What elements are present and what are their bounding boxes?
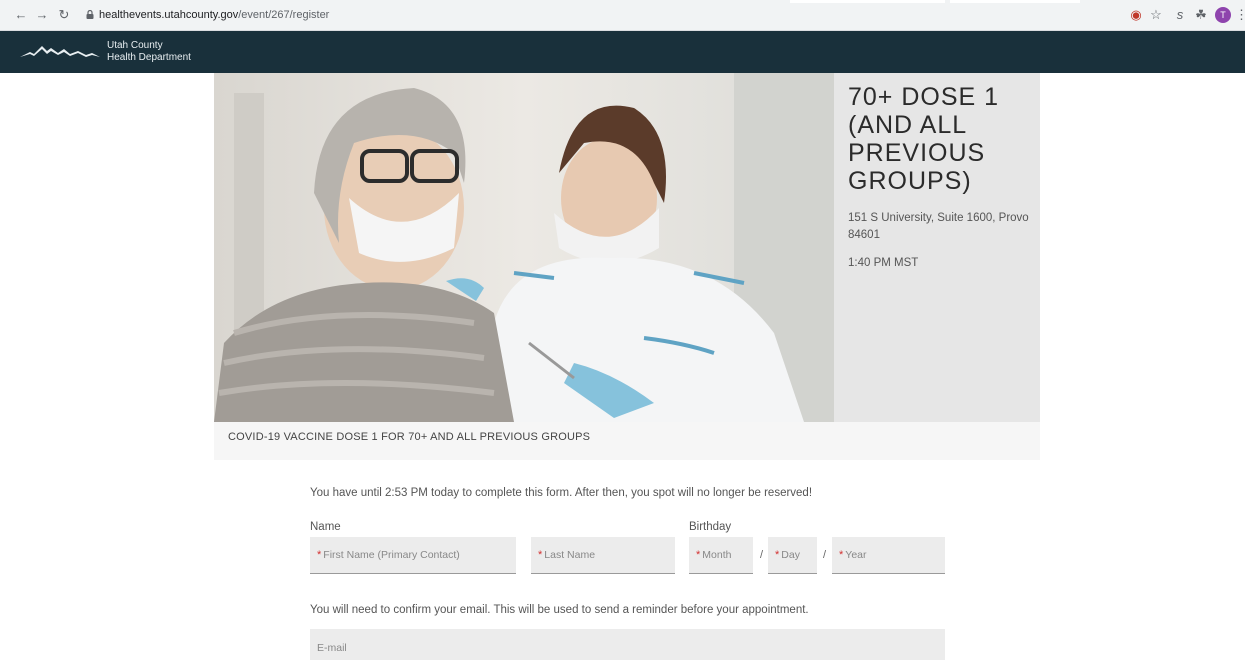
event-info-panel: 70+ DOSE 1 (AND ALL PREVIOUS GROUPS) 151… bbox=[834, 73, 1040, 422]
birth-day-input[interactable]: * Day bbox=[768, 537, 817, 574]
browser-toolbar: ← → ↻ healthevents.utahcounty.gov/event/… bbox=[0, 0, 1245, 31]
url-path: /event/267/register bbox=[238, 9, 330, 21]
tab-strip bbox=[790, 0, 945, 3]
reservation-notice: You have until 2:53 PM today to complete… bbox=[310, 487, 813, 499]
first-name-input[interactable]: * First Name (Primary Contact) bbox=[310, 537, 516, 574]
event-title: 70+ DOSE 1 (AND ALL PREVIOUS GROUPS) bbox=[848, 83, 1000, 195]
date-separator: / bbox=[823, 549, 827, 561]
tab-strip bbox=[950, 0, 1080, 3]
last-name-placeholder: * Last Name bbox=[538, 549, 596, 561]
required-marker: * bbox=[696, 549, 701, 561]
email-note: You will need to confirm your email. Thi… bbox=[310, 604, 809, 616]
reload-icon[interactable]: ↻ bbox=[57, 8, 71, 22]
org-name-line2: Health Department bbox=[107, 52, 191, 63]
org-name[interactable]: Utah County Health Department bbox=[107, 40, 191, 64]
vaccination-photo-illustration bbox=[214, 73, 834, 422]
lock-icon[interactable] bbox=[86, 10, 94, 19]
back-icon[interactable]: ← bbox=[14, 8, 28, 22]
org-name-line1: Utah County bbox=[107, 40, 163, 51]
first-name-placeholder: * First Name (Primary Contact) bbox=[317, 549, 460, 561]
email-placeholder: E-mail bbox=[317, 642, 347, 654]
bookmark-star-icon[interactable]: ☆ bbox=[1148, 7, 1164, 23]
profile-avatar[interactable]: T bbox=[1215, 7, 1231, 23]
birthday-label: Birthday bbox=[689, 521, 732, 533]
extension-icon[interactable]: ◉ bbox=[1128, 7, 1144, 23]
mountain-logo-icon[interactable] bbox=[20, 43, 100, 59]
event-address: 151 S University, Suite 1600, Provo 8460… bbox=[848, 212, 1029, 241]
address-bar[interactable]: healthevents.utahcounty.gov/event/267/re… bbox=[99, 9, 329, 21]
birth-year-input[interactable]: * Year bbox=[832, 537, 945, 574]
hero-photo bbox=[214, 73, 834, 422]
email-input[interactable]: E-mail bbox=[310, 629, 945, 660]
required-marker: * bbox=[317, 549, 322, 561]
required-marker: * bbox=[839, 549, 844, 561]
day-placeholder: * Day bbox=[775, 549, 800, 561]
required-marker: * bbox=[775, 549, 780, 561]
event-caption: COVID-19 VACCINE DOSE 1 FOR 70+ AND ALL … bbox=[228, 431, 591, 443]
url-host: healthevents.utahcounty.gov bbox=[99, 9, 239, 21]
event-caption-bar: COVID-19 VACCINE DOSE 1 FOR 70+ AND ALL … bbox=[214, 422, 1040, 460]
birth-month-input[interactable]: * Month bbox=[689, 537, 753, 574]
extensions-puzzle-icon[interactable]: ☘ bbox=[1193, 7, 1209, 23]
extension-icon[interactable]: s bbox=[1172, 7, 1188, 23]
forward-icon[interactable]: → bbox=[35, 8, 49, 22]
name-label: Name bbox=[310, 521, 341, 533]
required-marker: * bbox=[538, 549, 543, 561]
year-placeholder: * Year bbox=[839, 549, 867, 561]
last-name-input[interactable]: * Last Name bbox=[531, 537, 675, 574]
event-time: 1:40 PM MST bbox=[848, 257, 919, 269]
date-separator: / bbox=[760, 549, 764, 561]
month-placeholder: * Month bbox=[696, 549, 732, 561]
menu-icon[interactable]: ⋮ bbox=[1235, 7, 1245, 23]
